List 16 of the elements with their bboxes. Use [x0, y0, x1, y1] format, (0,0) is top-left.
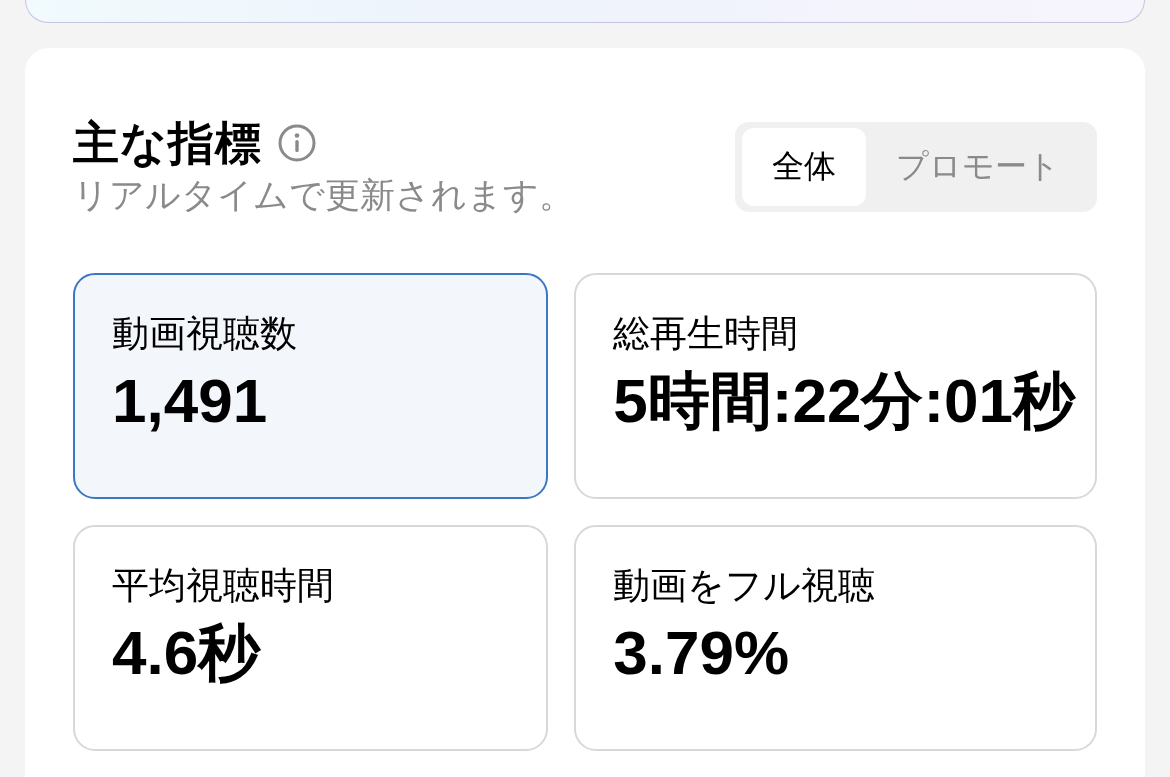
metric-label: 動画をフル視聴 [613, 563, 877, 609]
metric-label: 動画視聴数 [112, 311, 298, 357]
metric-card[interactable]: 平均視聴時間 4.6秒 [73, 525, 549, 751]
metric-value: 1,491 [112, 365, 269, 437]
metric-value: 3.79% [613, 617, 791, 689]
info-icon[interactable] [278, 124, 316, 162]
metric-label: 平均視聴時間 [112, 563, 335, 609]
section-subtitle: リアルタイムで更新されます。 [73, 174, 574, 217]
metric-card[interactable]: 動画視聴数 1,491 [73, 273, 549, 499]
section-title: 主な指標 [73, 115, 262, 172]
metric-value: 5時間:22分:01秒 [613, 365, 1075, 437]
metric-value: 4.6秒 [112, 617, 262, 689]
metric-card[interactable]: 動画をフル視聴 3.79% [574, 525, 1097, 751]
metric-card[interactable]: 総再生時間 5時間:22分:01秒 [574, 273, 1097, 499]
metric-label: 総再生時間 [613, 311, 800, 357]
segment-tab[interactable]: 全体 [742, 128, 866, 206]
